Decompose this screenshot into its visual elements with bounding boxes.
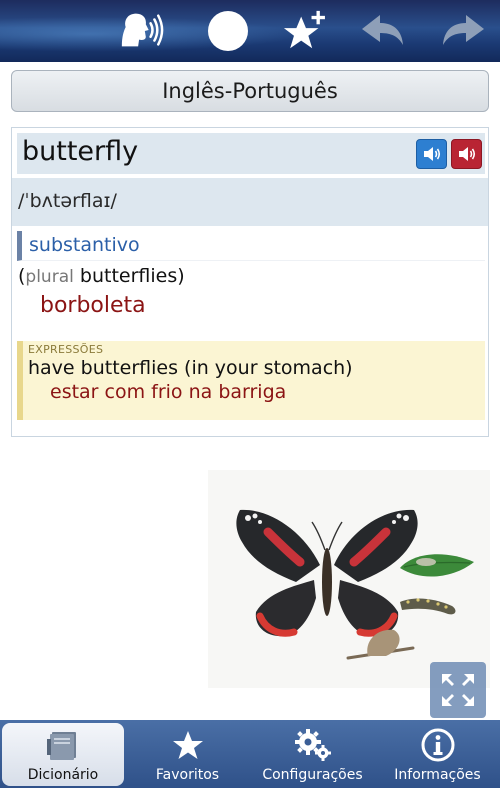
info-icon — [375, 728, 500, 762]
tab-label: Configurações — [262, 767, 363, 783]
headword-row: butterfly — [17, 133, 485, 174]
tab-label: Dicionário — [27, 767, 99, 783]
book-icon — [2, 728, 124, 762]
add-favorite-button[interactable] — [282, 8, 328, 54]
translation: borboleta — [40, 293, 146, 318]
app-root: Inglês-Português butterfly /ˈbʌtərflaɪ/ … — [0, 0, 500, 788]
record-button[interactable] — [205, 8, 251, 54]
add-favorite-icon — [283, 10, 325, 49]
tab-dicionario[interactable]: Dicionário — [2, 723, 124, 786]
expressions-label: EXPRESSÕES — [28, 343, 104, 356]
plural-line: (plural butterflies) — [18, 265, 185, 287]
gears-icon — [250, 728, 375, 762]
plural-form: butterflies — [79, 265, 178, 287]
audio-uk-button[interactable] — [451, 139, 482, 169]
expand-image-button[interactable] — [430, 662, 486, 718]
plural-close-paren: ) — [177, 265, 185, 287]
expand-icon — [442, 674, 474, 706]
pronunciation-row: /ˈbʌtərflaɪ/ — [12, 178, 488, 226]
back-button[interactable] — [360, 8, 406, 54]
speaker-icon — [458, 147, 475, 161]
plural-label: plural — [25, 267, 74, 287]
forward-icon — [443, 15, 484, 45]
tab-configuracoes[interactable]: Configurações — [250, 720, 375, 788]
expression-phrase: have butterflies (in your stomach) — [28, 357, 353, 379]
tab-favoritos[interactable]: Favoritos — [125, 720, 250, 788]
part-of-speech-row: substantivo — [17, 231, 485, 261]
star-icon — [125, 728, 250, 762]
speak-icon — [121, 13, 164, 47]
headword: butterfly — [22, 136, 139, 167]
butterfly-illustration — [208, 470, 490, 688]
language-pair-header[interactable]: Inglês-Português — [11, 70, 489, 112]
pronunciation: /ˈbʌtərflaɪ/ — [18, 190, 117, 212]
language-pair-title: Inglês-Português — [162, 79, 338, 103]
butterfly-image — [236, 509, 474, 660]
tab-label: Favoritos — [155, 767, 220, 783]
speak-button[interactable] — [118, 8, 164, 54]
tab-label: Informações — [394, 767, 481, 783]
top-toolbar — [0, 0, 500, 62]
bottom-tab-bar: Dicionário Favoritos Configurações Infor… — [0, 720, 500, 788]
back-icon — [362, 15, 403, 45]
dictionary-entry: butterfly /ˈbʌtərflaɪ/ substantivo (plur… — [11, 127, 489, 437]
audio-us-button[interactable] — [416, 139, 447, 169]
speaker-icon — [423, 147, 440, 161]
expressions-box: EXPRESSÕES have butterflies (in your sto… — [17, 341, 485, 420]
record-icon — [208, 11, 248, 51]
part-of-speech: substantivo — [29, 234, 140, 256]
expression-translation: estar com frio na barriga — [50, 381, 287, 403]
forward-button[interactable] — [440, 8, 486, 54]
tab-informacoes[interactable]: Informações — [375, 720, 500, 788]
